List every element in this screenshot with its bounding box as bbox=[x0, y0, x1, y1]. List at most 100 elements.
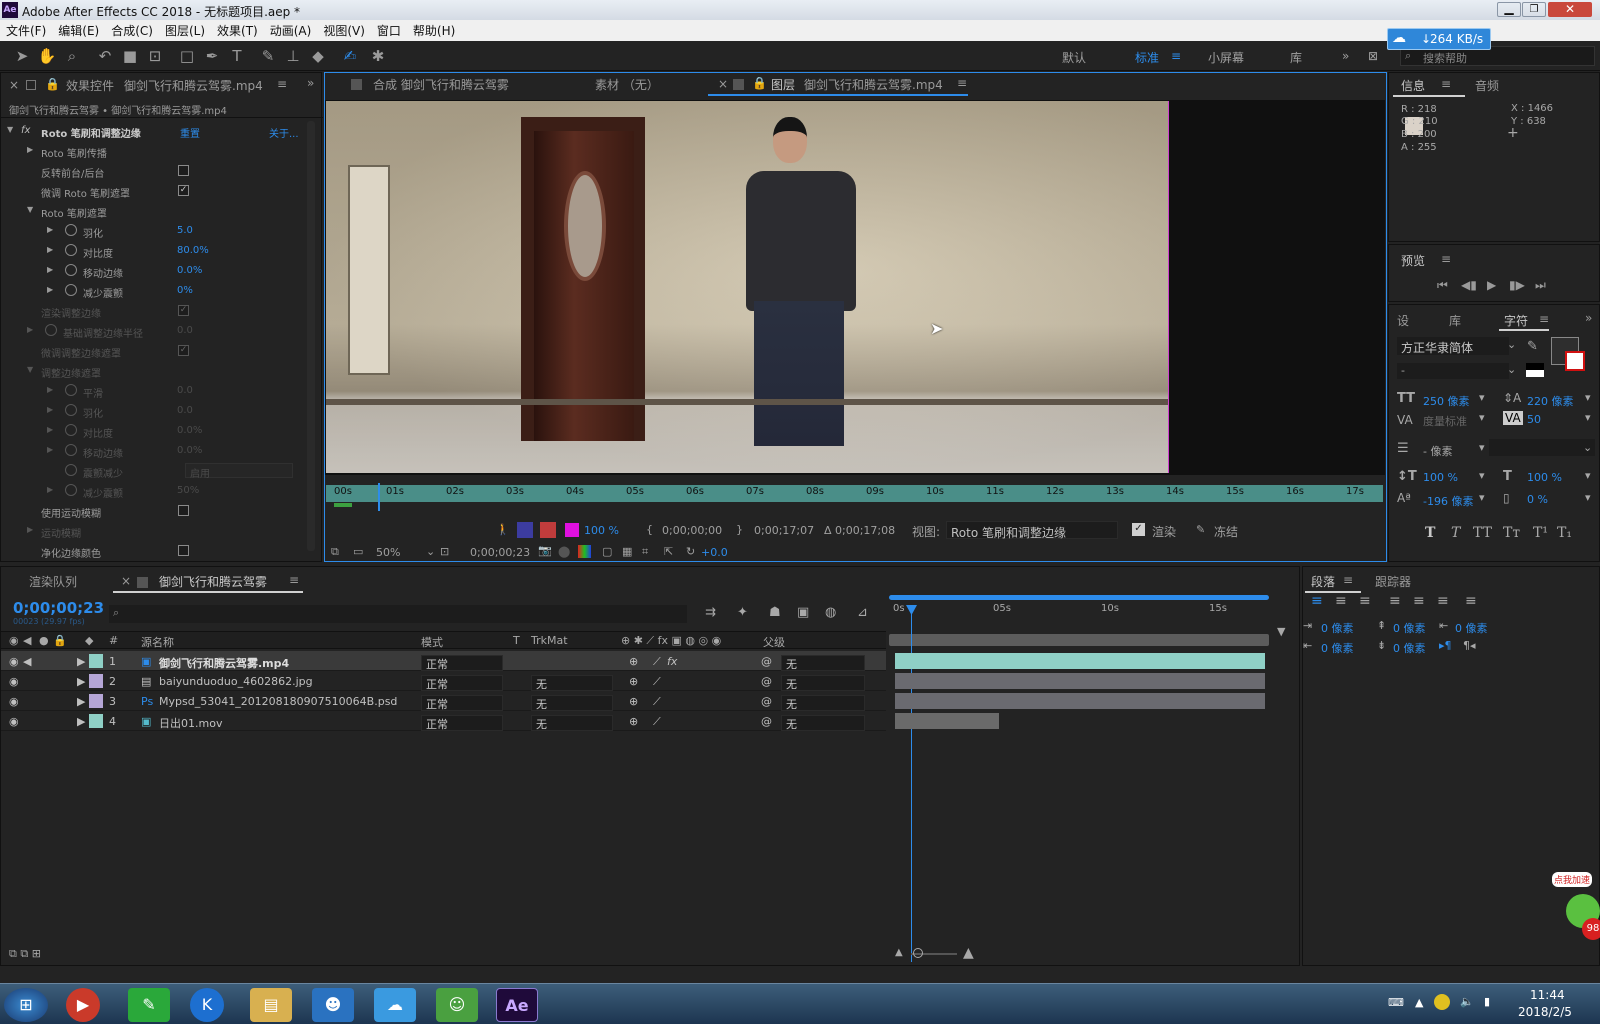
close-button[interactable]: ✕ bbox=[1548, 2, 1592, 17]
draft-3d-icon[interactable]: ✦ bbox=[737, 605, 748, 620]
stopwatch-icon[interactable] bbox=[65, 244, 77, 256]
transparency-grid-icon[interactable]: ▦ bbox=[622, 545, 632, 558]
comp-tab[interactable]: 合成 御剑飞行和腾云驾雾 bbox=[373, 76, 509, 93]
layer-name[interactable]: baiyunduoduo_4602862.jpg bbox=[159, 675, 313, 688]
panel-menu-icon[interactable]: ≡ bbox=[957, 76, 967, 90]
expand-icon[interactable]: ▶ bbox=[47, 245, 53, 254]
baidu-cloud-icon[interactable]: ☁ bbox=[374, 988, 416, 1022]
toggle-switches-icon[interactable]: ⧉ ⧉ ⊞ bbox=[9, 947, 41, 961]
trkmat-select[interactable]: 无 bbox=[531, 675, 613, 691]
shift-edge2-value[interactable]: 0.0% bbox=[177, 445, 202, 456]
workspace-small-screen[interactable]: 小屏幕 bbox=[1208, 49, 1244, 66]
zoom-out-icon[interactable]: ▲ bbox=[895, 947, 903, 958]
small-caps-button[interactable]: Tт bbox=[1503, 525, 1520, 541]
shift-edge-value[interactable]: 0.0% bbox=[177, 265, 202, 276]
layer-row[interactable]: ◉ ◀ ▶ 1 ▣ 御剑飞行和腾云驾雾.mp4 正常 ⊕ ⟋ fx @ 无 bbox=[1, 651, 886, 671]
feather2-value[interactable]: 0.0 bbox=[177, 405, 193, 416]
roto-brush-tool-icon[interactable]: ✍ bbox=[340, 46, 360, 66]
shy-switch-icon[interactable]: ⊕ bbox=[629, 655, 638, 668]
justify-center-icon[interactable]: ≡ bbox=[1413, 593, 1425, 609]
invert-checkbox[interactable] bbox=[178, 165, 189, 176]
file-explorer-icon[interactable]: ▤ bbox=[250, 988, 292, 1022]
menu-view[interactable]: 视图(V) bbox=[317, 20, 371, 41]
menu-edit[interactable]: 编辑(E) bbox=[52, 20, 105, 41]
expand-icon[interactable]: ▶ bbox=[77, 655, 85, 668]
prop-contrast[interactable]: ▶ 对比度 80.0% bbox=[1, 241, 306, 261]
selection-tool-icon[interactable]: ➤ bbox=[12, 46, 32, 66]
timeline-timecode[interactable]: 0;00;00;23 bbox=[13, 599, 104, 617]
viewer-time-ruler[interactable]: 00s 01s 02s 03s 04s 05s 06s 07s 08s 09s … bbox=[326, 483, 1383, 511]
collapse-icon[interactable]: ▼ bbox=[27, 205, 33, 214]
last-frame-icon[interactable]: ⏭ bbox=[1535, 278, 1546, 293]
all-caps-button[interactable]: TT bbox=[1473, 525, 1492, 541]
layer-search-field[interactable]: ⌕ bbox=[109, 605, 687, 623]
panel-menu-icon[interactable]: ≡ bbox=[289, 573, 299, 587]
visibility-icon[interactable]: ◉ bbox=[9, 655, 19, 668]
collapse-icon[interactable]: ▼ bbox=[27, 365, 33, 374]
frame-blending-icon[interactable]: ▣ bbox=[797, 605, 809, 620]
start-button-icon[interactable]: ⊞ bbox=[4, 988, 48, 1022]
in-point-icon[interactable]: { bbox=[646, 523, 653, 536]
pan-behind-tool-icon[interactable]: ⊡ bbox=[145, 46, 165, 66]
timeline-ruler[interactable]: 0s 05s 10s 15s bbox=[889, 595, 1269, 627]
mode-select[interactable]: 正常 bbox=[421, 715, 503, 731]
expand-icon[interactable]: ▶ bbox=[47, 285, 53, 294]
font-style-select[interactable]: - bbox=[1397, 363, 1509, 379]
mode-header[interactable]: 模式 bbox=[421, 634, 443, 650]
chevron-down-icon[interactable]: ⌄ bbox=[426, 545, 435, 558]
overlay-color-swatch[interactable] bbox=[565, 523, 579, 537]
prop-roto-matte-group[interactable]: ▼ Roto 笔刷遮罩 bbox=[1, 201, 306, 221]
label-color-swatch[interactable] bbox=[89, 714, 103, 728]
lock-column-icon[interactable]: 🔒 bbox=[53, 634, 67, 647]
prop-reduce-chatter-2[interactable]: ▶ 减少震颤 50% bbox=[1, 481, 306, 501]
refine-roto-checkbox[interactable]: ✓ bbox=[178, 185, 189, 196]
parent-select[interactable]: 无 bbox=[781, 655, 865, 671]
parent-header[interactable]: 父级 bbox=[763, 634, 785, 650]
chatter-reduction-select[interactable]: 启用 bbox=[185, 463, 293, 480]
alpha-boundary-icon[interactable] bbox=[540, 522, 556, 538]
graph-editor-icon[interactable]: ⊿ bbox=[857, 605, 868, 620]
expand-icon[interactable]: ▶ bbox=[77, 695, 85, 708]
visibility-icon[interactable]: ◉ bbox=[9, 675, 19, 688]
stopwatch-icon[interactable] bbox=[65, 284, 77, 296]
visibility-icon[interactable]: ◉ bbox=[9, 695, 19, 708]
eyedropper-icon[interactable]: ✎ bbox=[1527, 339, 1538, 354]
camera-tool-icon[interactable]: ■ bbox=[120, 46, 140, 66]
expand-icon[interactable]: ▶ bbox=[47, 445, 53, 454]
stopwatch-icon[interactable] bbox=[65, 424, 77, 436]
fit-icon[interactable]: ⊡ bbox=[440, 545, 449, 558]
region-icon[interactable]: ▢ bbox=[602, 545, 612, 558]
pick-whip-icon[interactable]: @ bbox=[761, 675, 772, 688]
snapshot-icon[interactable]: 📷 bbox=[538, 544, 552, 557]
expand-panels-icon[interactable]: » bbox=[307, 76, 314, 90]
expand-icon[interactable]: ▶ bbox=[27, 325, 33, 334]
expand-icon[interactable]: ▶ bbox=[47, 225, 53, 234]
zoom-in-icon[interactable]: ▲ bbox=[963, 945, 974, 961]
subscript-button[interactable]: T₁ bbox=[1557, 525, 1572, 541]
work-area-range[interactable] bbox=[889, 634, 1269, 646]
chevron-down-icon[interactable]: ⌄ bbox=[1507, 363, 1516, 376]
reduce-chatter2-value[interactable]: 50% bbox=[177, 485, 199, 496]
prop-refine-edge-matte-group[interactable]: ▼ 调整边缘遮罩 bbox=[1, 361, 306, 381]
pick-whip-icon[interactable]: @ bbox=[761, 655, 772, 668]
align-left-icon[interactable]: ≡ bbox=[1311, 593, 1323, 609]
reset-exposure-icon[interactable]: ⇱ bbox=[664, 545, 673, 558]
decontaminate-checkbox[interactable] bbox=[178, 545, 189, 556]
fx-switch-icon[interactable]: fx bbox=[667, 655, 677, 668]
pen-tool-icon[interactable]: ✒ bbox=[202, 46, 222, 66]
quality-switch-icon[interactable]: ⟋ bbox=[653, 695, 661, 709]
feather-value[interactable]: 5.0 bbox=[177, 225, 193, 236]
layer-duration-bar[interactable] bbox=[895, 673, 1265, 689]
panel-menu-icon[interactable]: ≡ bbox=[1441, 77, 1451, 91]
chevron-down-icon[interactable]: ▾ bbox=[1479, 441, 1485, 454]
font-size-value[interactable]: 250 像素 bbox=[1423, 393, 1470, 409]
out-time[interactable]: 0;00;17;07 bbox=[754, 524, 814, 537]
layer-duration-bar[interactable] bbox=[895, 713, 999, 729]
prop-contrast-2[interactable]: ▶ 对比度 0.0% bbox=[1, 421, 306, 441]
chevron-down-icon[interactable]: ▾ bbox=[1585, 391, 1591, 404]
tray-app-icon[interactable] bbox=[1434, 994, 1450, 1010]
after-effects-taskbar-icon[interactable]: Ae bbox=[496, 988, 538, 1022]
menu-effect[interactable]: 效果(T) bbox=[211, 20, 264, 41]
effects-tab-close-icon[interactable]: × bbox=[9, 78, 19, 92]
menu-window[interactable]: 窗口 bbox=[371, 20, 407, 41]
